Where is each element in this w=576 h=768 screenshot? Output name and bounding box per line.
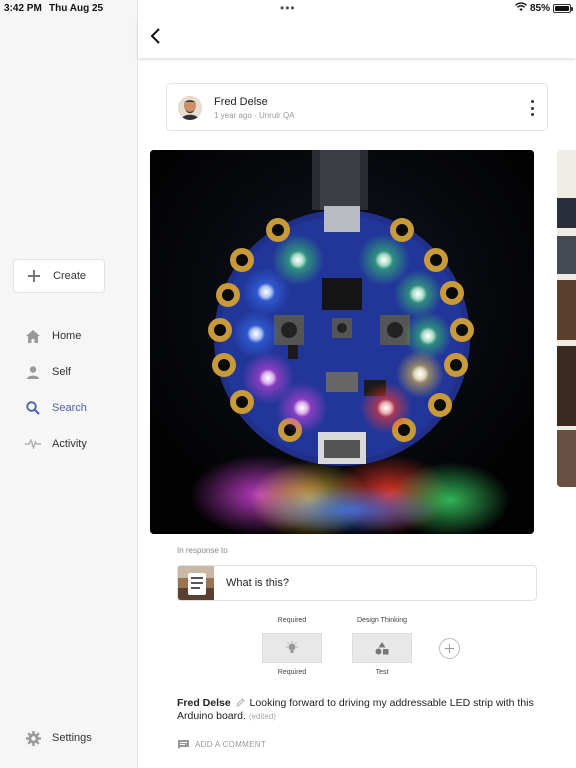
tag-box <box>262 633 322 663</box>
sidebar-item-activity[interactable]: Activity <box>25 434 87 454</box>
edited-label: (edited) <box>248 712 276 721</box>
response-thumbnail <box>178 566 214 600</box>
create-label: Create <box>53 270 87 282</box>
gear-icon <box>25 730 41 746</box>
sidebar-item-search[interactable]: Search <box>25 398 87 418</box>
activity-icon <box>25 436 41 452</box>
caption-author[interactable]: Fred Delse <box>177 697 231 709</box>
tag-header: Required <box>277 617 307 624</box>
sidebar-item-label: Settings <box>52 732 92 744</box>
post-meta: 1 year ago · Unrulr QA <box>214 111 295 120</box>
comment-icon <box>178 740 189 749</box>
tag-box <box>352 633 412 663</box>
tag-design-thinking[interactable]: Design Thinking Test <box>351 617 413 676</box>
author-card: Fred Delse 1 year ago · Unrulr QA <box>166 83 548 131</box>
tag-footer: Test <box>375 669 389 676</box>
author-name[interactable]: Fred Delse <box>214 96 268 108</box>
plus-icon <box>28 270 40 282</box>
pencil-icon[interactable] <box>236 698 245 707</box>
add-comment-label: ADD A COMMENT <box>195 740 267 749</box>
sidebar: Create Home Self Search Activity Setting… <box>0 0 138 768</box>
response-card[interactable]: What is this? <box>177 565 537 601</box>
sidebar-item-label: Home <box>52 330 82 342</box>
multitasking-dots[interactable]: ••• <box>280 1 296 15</box>
shapes-icon <box>375 641 389 654</box>
sidebar-item-label: Self <box>52 366 71 378</box>
status-bar: 3:42 PM Thu Aug 25 ••• 85% <box>0 0 576 16</box>
battery-icon <box>553 4 573 13</box>
next-image-preview[interactable] <box>557 150 576 487</box>
search-icon <box>25 400 41 416</box>
sidebar-item-home[interactable]: Home <box>25 326 81 346</box>
tag-required[interactable]: Required Required <box>261 617 323 676</box>
battery-fill <box>555 6 569 11</box>
sidebar-item-label: Search <box>52 402 87 414</box>
add-comment-button[interactable]: ADD A COMMENT <box>178 740 266 749</box>
status-time: 3:42 PM <box>4 3 42 14</box>
post-time: 1 year ago <box>214 111 252 120</box>
post-caption: Fred Delse Looking forward to driving my… <box>177 697 537 723</box>
back-arrow-icon[interactable] <box>148 27 164 45</box>
avatar[interactable] <box>178 96 202 120</box>
post-image[interactable] <box>150 150 534 534</box>
response-title: What is this? <box>226 577 289 589</box>
home-icon <box>25 328 41 344</box>
add-tag-button[interactable] <box>439 638 460 659</box>
create-button[interactable]: Create <box>13 259 105 293</box>
lightbulb-icon <box>286 641 298 653</box>
top-bar <box>138 16 576 58</box>
tag-footer: Required <box>277 669 307 676</box>
sidebar-item-self[interactable]: Self <box>25 362 71 382</box>
circuit-board-photo <box>150 150 534 534</box>
tag-header: Design Thinking <box>356 617 408 624</box>
status-date: Thu Aug 25 <box>49 3 104 14</box>
person-icon <box>25 364 41 380</box>
wifi-icon <box>515 2 527 11</box>
next-image-photo <box>557 150 576 487</box>
caption-text: Looking forward to driving my addressabl… <box>177 697 534 722</box>
battery-percent: 85% <box>530 3 551 14</box>
in-response-to-label: In response to <box>177 546 228 555</box>
sidebar-item-label: Activity <box>52 438 87 450</box>
more-options-icon[interactable] <box>529 100 535 116</box>
sidebar-item-settings[interactable]: Settings <box>25 728 92 748</box>
post-group[interactable]: Unrulr QA <box>259 111 295 120</box>
